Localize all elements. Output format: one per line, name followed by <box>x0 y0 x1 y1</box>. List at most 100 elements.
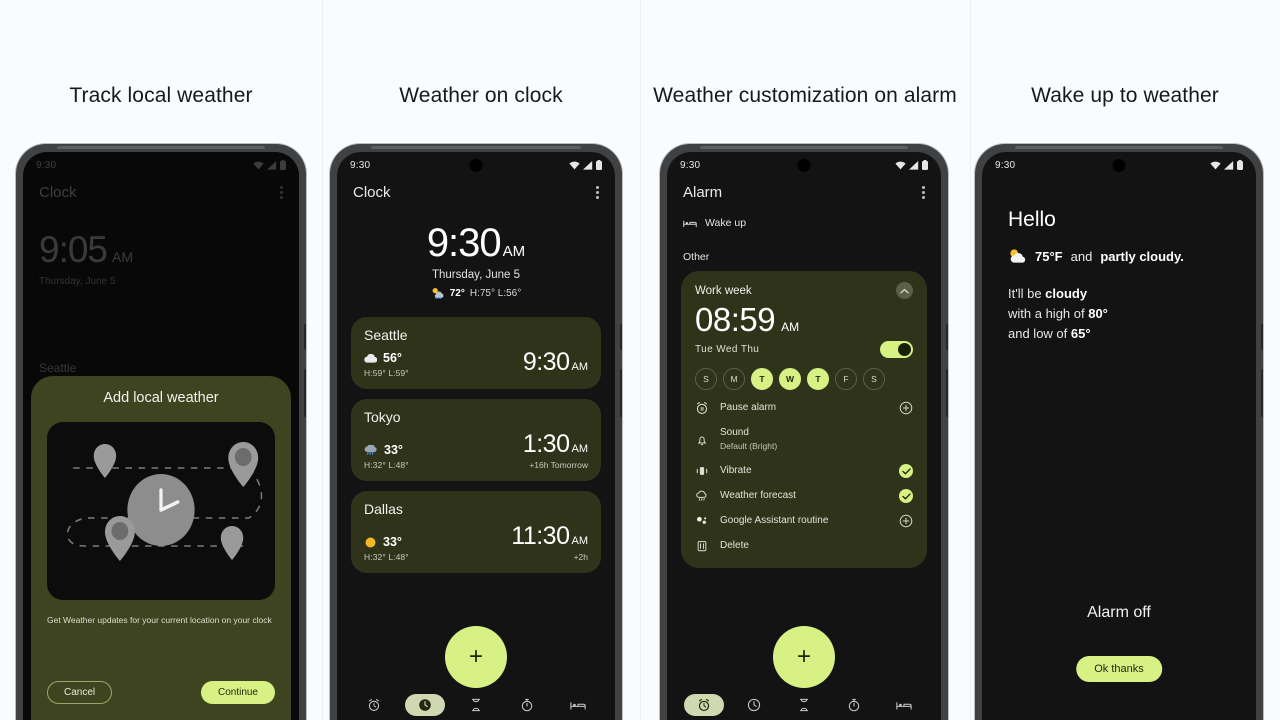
city-time: 9:30 <box>522 348 570 376</box>
phone-2-status-bar: 9:30 <box>337 152 615 178</box>
phone-1-frame: 9:30 Clock 9:05 <box>16 144 306 720</box>
battery-icon <box>1237 160 1243 170</box>
phone-1-screen: 9:30 Clock 9:05 <box>23 152 299 720</box>
chevron-up-icon[interactable] <box>896 282 913 299</box>
vibrate-icon <box>696 467 708 475</box>
option-sublabel: Default (Bright) <box>720 440 778 451</box>
forecast-line-2-bold: 80° <box>1088 306 1108 322</box>
clock-time: 9:30 <box>426 221 502 265</box>
joiner-text: and <box>1070 248 1093 264</box>
alarm-label: Work week <box>695 284 752 297</box>
alarm-option-google-assistant-routine[interactable]: Google Assistant routine <box>695 514 913 528</box>
nav-stopwatch-tab[interactable] <box>507 694 547 716</box>
city-ampm: AM <box>571 361 589 373</box>
current-weather-line: 75°F and partly cloudy. <box>982 232 1256 264</box>
nav-alarm-tab[interactable] <box>354 694 394 716</box>
status-time: 9:30 <box>680 159 701 171</box>
rain-sun-icon <box>432 288 444 299</box>
phone-2-app-bar: Clock <box>337 178 615 203</box>
option-text: Sound Default (Bright) <box>720 426 777 453</box>
camera-punch-hole-icon <box>1112 159 1126 172</box>
ok-thanks-button[interactable]: Ok thanks <box>1076 656 1162 682</box>
city-ampm: AM <box>571 535 589 547</box>
phone-4-side-button-1 <box>1261 324 1263 350</box>
day-chip-sat[interactable]: S <box>863 368 885 390</box>
clock-date: Thursday, June 5 <box>431 269 520 281</box>
forecast-line-1: It'll be cloudy <box>1008 284 1230 304</box>
forecast-line-1-bold: cloudy <box>1045 286 1088 301</box>
wifi-icon <box>1210 161 1221 169</box>
add-icon[interactable] <box>899 401 913 415</box>
current-temp: 75°F <box>1035 248 1063 264</box>
nav-stopwatch-tab[interactable] <box>834 694 874 716</box>
city-offset: +16h Tomorrow <box>529 460 588 470</box>
clock-icon <box>747 698 761 712</box>
nav-alarm-tab[interactable] <box>684 694 724 716</box>
nav-timer-tab[interactable] <box>784 694 824 716</box>
alarm-day-chips: S M T W T F S <box>695 368 913 390</box>
alarm-option-vibrate[interactable]: Vibrate <box>695 464 913 478</box>
phone-4-frame: 9:30 Hello 75°F and partly cloudy. It'll… <box>975 144 1263 720</box>
panel-weather-on-clock: Weather on clock 9:30 Clock 9:30 AM Thur… <box>322 0 640 720</box>
trash-icon <box>697 541 707 552</box>
alarm-option-weather-forecast[interactable]: Weather forecast <box>695 489 913 503</box>
city-card[interactable]: Seattle 56° H:59° L:59° 9:30 AM <box>351 317 601 389</box>
alarm-section-wake-up[interactable]: Wake up <box>667 213 941 233</box>
day-chip-thu[interactable]: T <box>807 368 829 390</box>
phone-2-side-button-2 <box>620 369 622 417</box>
alarm-ampm: AM <box>781 320 800 334</box>
day-chip-fri[interactable]: F <box>835 368 857 390</box>
dialog-title: Add local weather <box>103 390 219 406</box>
alarm-card[interactable]: Work week 08:59 AM Tue Wed Thu S M T W T… <box>681 271 927 568</box>
nav-bedtime-tab[interactable] <box>558 694 598 716</box>
wifi-icon <box>569 161 580 169</box>
cellular-icon <box>909 160 919 170</box>
add-city-fab[interactable]: + <box>445 626 507 688</box>
panel-track-local-weather: Track local weather 9:30 <box>0 0 322 720</box>
nav-timer-tab[interactable] <box>456 694 496 716</box>
alarm-option-pause-alarm[interactable]: Pause alarm <box>695 401 913 415</box>
cloud-icon <box>364 353 377 363</box>
forecast-line-3-prefix: and low of <box>1008 326 1071 342</box>
status-icons <box>1210 160 1243 170</box>
option-label: Pause alarm <box>720 402 777 414</box>
option-label: Delete <box>720 540 749 552</box>
option-label: Sound <box>720 427 749 438</box>
city-card[interactable]: Tokyo 33° H:32° L:48° 1:30 AM +16h Tomor… <box>351 399 601 481</box>
phone-3-app-bar: Alarm <box>667 178 941 203</box>
day-chip-mon[interactable]: M <box>723 368 745 390</box>
forecast-line-2-prefix: with a high of <box>1008 306 1089 322</box>
alarm-option-delete[interactable]: Delete <box>695 539 913 553</box>
alarm-clock-icon <box>698 698 710 712</box>
cancel-button[interactable]: Cancel <box>47 681 113 704</box>
nav-clock-tab[interactable] <box>405 694 446 716</box>
alarm-option-sound[interactable]: Sound Default (Bright) <box>695 426 913 453</box>
add-alarm-fab[interactable]: + <box>773 626 835 688</box>
nav-bedtime-tab[interactable] <box>884 694 924 716</box>
sun-icon <box>365 537 376 547</box>
city-name: Dallas <box>364 501 403 517</box>
status-time: 9:30 <box>995 159 1016 171</box>
phone-4-side-button-2 <box>1261 369 1263 417</box>
forecast-line-2: with a high of 80° <box>1008 304 1230 324</box>
app-title: Alarm <box>683 184 723 201</box>
day-chip-wed[interactable]: W <box>779 368 801 390</box>
camera-punch-hole-icon <box>797 159 811 172</box>
overflow-menu-icon[interactable] <box>596 186 599 199</box>
day-chip-sun[interactable]: S <box>695 368 717 390</box>
panel-1-headline: Track local weather <box>69 84 253 107</box>
panel-divider-3 <box>970 0 971 720</box>
alarm-time: 08:59 <box>695 301 776 338</box>
map-pins-clock-illustration <box>47 422 275 600</box>
option-label: Google Assistant routine <box>720 515 829 527</box>
partly-cloudy-icon <box>1010 249 1026 263</box>
add-icon[interactable] <box>899 514 913 528</box>
nav-clock-tab[interactable] <box>734 694 774 716</box>
day-chip-tue[interactable]: T <box>751 368 773 390</box>
app-title: Clock <box>353 184 391 201</box>
alarm-enabled-toggle[interactable] <box>880 341 913 358</box>
city-card[interactable]: Dallas 33° H:32° L:48° 11:30 AM +2h <box>351 491 601 573</box>
overflow-menu-icon[interactable] <box>922 186 925 199</box>
bed-icon <box>896 701 912 710</box>
continue-button[interactable]: Continue <box>200 681 275 704</box>
